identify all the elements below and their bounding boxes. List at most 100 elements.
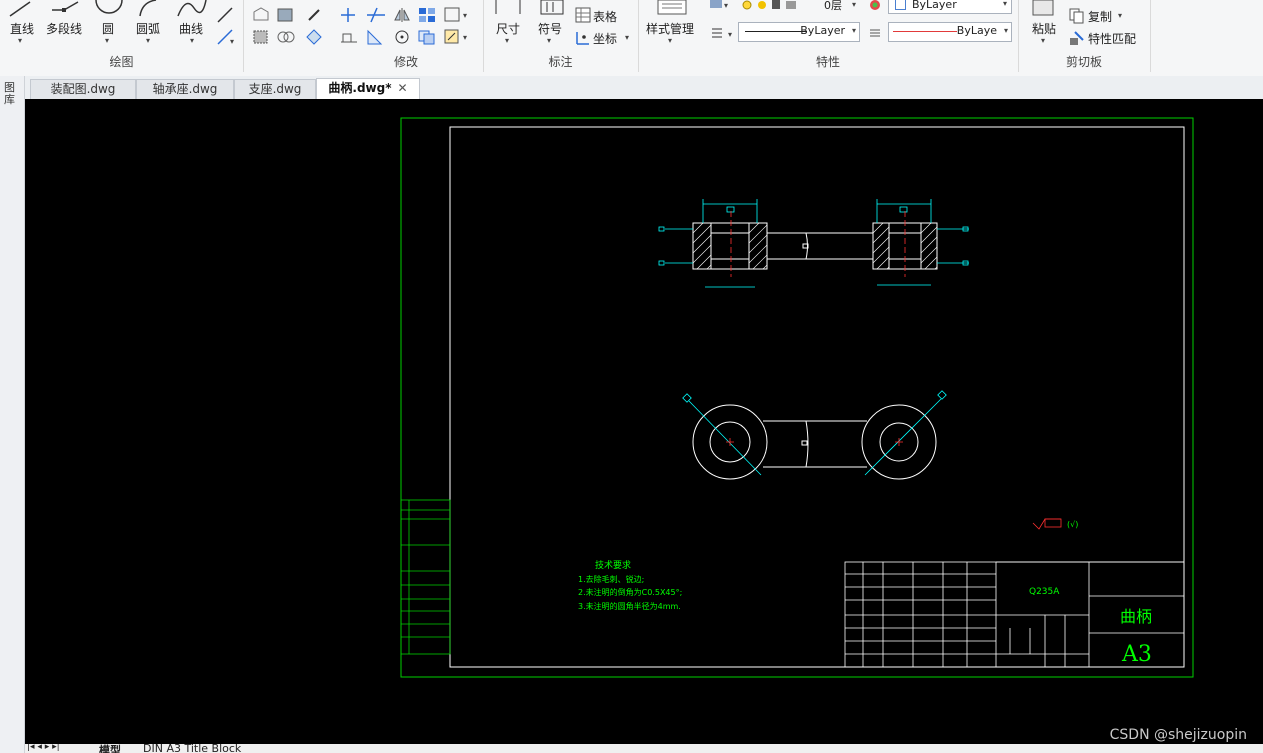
mirror-tool-icon[interactable]: [393, 6, 411, 24]
lineweight-preview: [893, 31, 957, 32]
lineweight-icon: [870, 29, 880, 37]
doc-tab-support[interactable]: 支座.dwg: [234, 79, 316, 99]
block-tool-icon[interactable]: [251, 28, 271, 46]
lineweight-list-icon[interactable]: ▾: [710, 26, 738, 40]
doc-tab-crank[interactable]: 曲柄.dwg* ✕: [316, 78, 420, 100]
scale-tool-icon[interactable]: [365, 28, 385, 46]
circle-dropdown-caret[interactable]: ▾: [105, 36, 109, 45]
dimension-button[interactable]: 尺寸: [496, 20, 520, 37]
rotate-tool-icon[interactable]: [393, 28, 411, 46]
layout-tab-model[interactable]: 模型: [99, 744, 121, 753]
svg-text:▾: ▾: [230, 37, 234, 46]
roughness-symbol: [1032, 518, 1062, 530]
dimension-dropdown-caret[interactable]: ▾: [505, 36, 509, 45]
circle-tool-icon: [95, 0, 123, 14]
point-tool-icon[interactable]: [305, 6, 323, 24]
line-button[interactable]: 直线: [10, 20, 34, 37]
style-manager-button[interactable]: 样式管理: [646, 20, 694, 37]
sheet-size-text: A3: [1121, 642, 1152, 667]
paste-button[interactable]: 粘贴: [1032, 20, 1056, 37]
curve-dropdown-caret[interactable]: ▾: [190, 36, 194, 45]
linetype-preview: [745, 31, 807, 32]
nav-arrows-icon[interactable]: |◂ ◂ ▸ ▸|: [27, 744, 60, 752]
material-text: Q235A: [1029, 587, 1060, 597]
table-icon: [575, 7, 591, 23]
match-properties-button[interactable]: 特性匹配: [1088, 30, 1136, 47]
curve-tool-icon: [177, 0, 207, 17]
style-manager-icon: [657, 0, 687, 15]
library-panel-label[interactable]: 图库: [4, 82, 18, 106]
annotate-panel: 尺寸 ▾ 符号 ▾ 表格 坐标 ▾ 标注: [483, 0, 639, 72]
front-view-center-marks: [726, 438, 903, 446]
modify-panel: ▾ ▾ 修改: [329, 0, 484, 72]
color-wheel-icon[interactable]: [868, 0, 882, 12]
doc-tab-bearing-seat[interactable]: 轴承座.dwg: [136, 79, 234, 99]
arc-button[interactable]: 圆弧: [136, 20, 160, 37]
copy-button[interactable]: 复制: [1088, 8, 1112, 25]
construction-line-icon[interactable]: [216, 6, 234, 24]
paste-icon: [1032, 0, 1054, 16]
array-tool-icon[interactable]: [417, 6, 437, 24]
trim-tool-icon[interactable]: [365, 6, 387, 24]
front-view-dimensions: [682, 390, 947, 476]
tech-req-line-1: 1.去除毛刺、锐边;: [578, 574, 644, 584]
hatch-tool-icon[interactable]: [275, 6, 297, 24]
svg-text:▾: ▾: [724, 1, 728, 10]
color-swatch: [895, 0, 906, 10]
copy-dropdown-caret[interactable]: ▾: [1118, 11, 1122, 20]
modify-panel-title: 修改: [393, 55, 418, 69]
cloud-tool-icon[interactable]: [275, 28, 297, 46]
section-view: [692, 222, 938, 270]
layer-manager-icon[interactable]: ▾: [708, 0, 732, 10]
svg-text:▾: ▾: [463, 33, 467, 42]
line-tool-icon: [9, 1, 31, 17]
move-tool-icon[interactable]: [339, 6, 357, 24]
drawing-canvas[interactable]: (√) 技术要求 1.去除毛刺、锐边; 2.未注明的倒角为C0.5X45°; 3…: [25, 99, 1263, 744]
svg-text:▾: ▾: [728, 30, 732, 39]
outer-border-frame: [400, 117, 1194, 678]
region-tool-icon[interactable]: [251, 6, 271, 24]
line-dropdown-caret[interactable]: ▾: [18, 36, 22, 45]
circle-button[interactable]: 圆: [102, 20, 114, 37]
inner-border-frame: [449, 126, 1185, 668]
doc-tab-assembly[interactable]: 装配图.dwg: [30, 79, 136, 99]
copy-tool-icon[interactable]: [417, 28, 437, 46]
lineweight-select-value: ByLaye: [956, 24, 997, 37]
csdn-watermark: CSDN @shejizuopin: [1109, 727, 1247, 743]
stretch-tool-icon[interactable]: [339, 28, 359, 46]
ribbon: 直线 ▾ 多段线 圆 ▾ 圆弧 ▾ 曲线 ▾ ▾ 绘图 ▾ ▾ 修改 尺寸 ▾ …: [0, 0, 1263, 77]
fill-tool-icon[interactable]: [305, 28, 323, 46]
layer-select-caret[interactable]: ▾: [852, 0, 856, 9]
style-manager-caret[interactable]: ▾: [668, 36, 672, 45]
symbol-tool-icon: [540, 0, 564, 15]
linetype-select[interactable]: ByLayer ▾: [738, 22, 860, 42]
arc-tool-icon: [139, 0, 157, 17]
coordinate-button[interactable]: 坐标: [593, 30, 617, 47]
polyline-tool-icon: [52, 1, 79, 12]
clipboard-panel-title: 剪切板: [1065, 55, 1102, 69]
properties-panel-title: 特性: [815, 55, 840, 69]
match-properties-icon: [1070, 31, 1084, 45]
svg-text:▾: ▾: [463, 11, 467, 20]
coordinate-icon: [576, 32, 589, 45]
symbol-dropdown-caret[interactable]: ▾: [547, 36, 551, 45]
curve-button[interactable]: 曲线: [179, 20, 203, 37]
properties-panel: 样式管理 ▾ ▾ 0层 ▾ ByLayer ▾ ▾ ByLayer ▾ ByLaye…: [638, 0, 1019, 72]
symbol-button[interactable]: 符号: [538, 20, 562, 37]
layer-select-value[interactable]: 0层: [824, 0, 842, 13]
paste-dropdown-caret[interactable]: ▾: [1041, 36, 1045, 45]
polyline-button[interactable]: 多段线: [46, 20, 82, 37]
lineweight-select[interactable]: ByLaye ▾: [888, 22, 1012, 42]
layout-tab-din-a3[interactable]: DIN A3 Title Block: [143, 744, 241, 753]
color-select[interactable]: ByLayer ▾: [888, 0, 1012, 14]
offset-tool-icon[interactable]: ▾: [443, 6, 473, 24]
coordinate-dropdown-caret[interactable]: ▾: [625, 33, 629, 42]
annotate-panel-title: 标注: [548, 55, 573, 69]
ray-tool-icon[interactable]: ▾: [216, 28, 238, 46]
layer-state-icons[interactable]: [742, 0, 822, 12]
table-button[interactable]: 表格: [593, 8, 617, 25]
explode-tool-icon[interactable]: ▾: [443, 28, 473, 46]
color-select-value: ByLayer: [912, 0, 957, 11]
arc-dropdown-caret[interactable]: ▾: [146, 36, 150, 45]
close-icon[interactable]: ✕: [398, 81, 408, 95]
